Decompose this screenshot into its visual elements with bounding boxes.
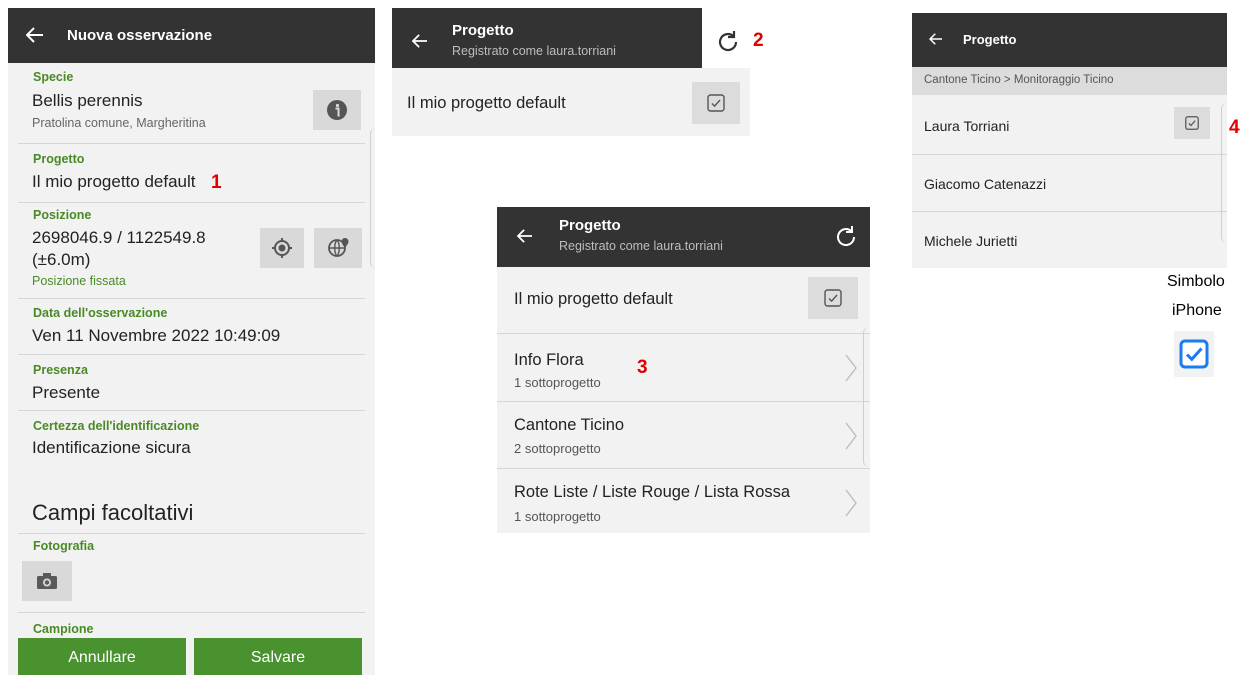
save-button[interactable]: Salvare: [194, 638, 362, 675]
species-name[interactable]: Bellis perennis: [32, 91, 143, 111]
checkbox-icon: [1179, 339, 1209, 369]
observation-title: Nuova osservazione: [67, 27, 213, 44]
person-item[interactable]: Giacomo Catenazzi: [924, 176, 1046, 192]
project-default-item[interactable]: Il mio progetto default: [514, 290, 673, 309]
annotation-marker-4: 4: [1229, 117, 1240, 138]
photo-label: Fotografia: [33, 539, 95, 553]
divider: [18, 410, 365, 411]
project-label: Progetto: [33, 152, 85, 166]
checkbox-icon: [1185, 116, 1199, 130]
project-default-item[interactable]: Il mio progetto default: [407, 94, 566, 113]
observation-appbar: Nuova osservazione: [8, 8, 375, 63]
species-label: Specie: [33, 70, 74, 84]
project-list-item[interactable]: Info Flora 1 sottoprogetto 3: [497, 334, 870, 400]
refresh-icon[interactable]: [716, 30, 740, 54]
certainty-label: Certezza dell'identificazione: [33, 419, 200, 433]
back-arrow-icon[interactable]: [929, 33, 943, 45]
species-info-button[interactable]: [313, 90, 361, 130]
back-arrow-icon[interactable]: [26, 27, 44, 43]
person-item[interactable]: Michele Jurietti: [924, 233, 1017, 249]
project-list-item[interactable]: Rote Liste / Liste Rouge / Lista Rossa 1…: [497, 469, 870, 533]
project-list-appbar: Progetto Registrato come laura.torriani: [497, 207, 870, 267]
map-button[interactable]: [314, 228, 362, 268]
scroll-edge: [863, 327, 870, 467]
person-checkbox[interactable]: [1174, 107, 1210, 139]
project-item-subcount: 1 sottoprogetto: [514, 509, 601, 524]
divider: [18, 533, 365, 534]
divider: [18, 354, 365, 355]
presence-value[interactable]: Presente: [32, 383, 100, 403]
divider: [18, 202, 365, 203]
chevron-right-icon: [845, 354, 857, 382]
project-default-checkbox[interactable]: [692, 82, 740, 124]
date-label: Data dell'osservazione: [33, 306, 168, 320]
observation-screen: Nuova osservazione Specie Bellis perenni…: [8, 8, 375, 675]
divider: [912, 211, 1227, 212]
project-list-title: Progetto: [559, 217, 621, 234]
person-item[interactable]: Laura Torriani: [924, 118, 1009, 134]
breadcrumb: Cantone Ticino > Monitoraggio Ticino: [912, 67, 1227, 95]
position-status: Posizione fissata: [32, 274, 126, 288]
project-item-title: Info Flora: [514, 351, 584, 369]
globe-icon: [328, 238, 349, 257]
locate-button[interactable]: [260, 228, 304, 268]
divider: [18, 612, 365, 613]
project-people-appbar: Progetto: [912, 13, 1227, 67]
annotation-marker-1: 1: [211, 172, 222, 193]
project-small-appbar: Progetto Registrato come laura.torriani: [392, 8, 750, 68]
project-small-screen: Progetto Registrato come laura.torriani …: [392, 8, 750, 136]
position-accuracy: (±6.0m): [32, 250, 91, 269]
checkbox-icon: [707, 94, 725, 112]
project-default-checkbox[interactable]: [808, 277, 858, 319]
iphone-checkbox-sample: [1174, 331, 1214, 377]
divider: [18, 143, 365, 144]
photo-button[interactable]: [22, 561, 72, 601]
position-coords: 2698046.9 / 1122549.8: [32, 228, 206, 247]
refresh-icon[interactable]: [834, 225, 858, 249]
project-people-screen: Progetto Cantone Ticino > Monitoraggio T…: [912, 13, 1227, 268]
project-list-item[interactable]: Cantone Ticino 2 sottoprogetto: [497, 402, 870, 468]
project-item-title: Rote Liste / Liste Rouge / Lista Rossa: [514, 483, 791, 501]
divider: [912, 154, 1227, 155]
project-people-title: Progetto: [963, 32, 1017, 47]
certainty-value[interactable]: Identificazione sicura: [32, 438, 191, 458]
optional-fields-heading: Campi facoltativi: [32, 500, 194, 525]
checkbox-icon: [824, 289, 842, 307]
annotation-marker-2-overlay: 2: [753, 30, 764, 51]
divider: [18, 298, 365, 299]
scroll-edge: [1221, 103, 1227, 243]
date-value[interactable]: Ven 11 Novembre 2022 10:49:09: [32, 326, 280, 346]
position-label: Posizione: [33, 208, 92, 222]
cancel-button[interactable]: Annullare: [18, 638, 186, 675]
back-arrow-icon[interactable]: [517, 229, 533, 243]
project-item-subcount: 1 sottoprogetto: [514, 375, 601, 390]
chevron-right-icon: [845, 489, 857, 517]
info-icon: [327, 100, 347, 120]
target-icon: [272, 238, 292, 258]
iphone-note-line2: iPhone: [1172, 302, 1222, 319]
project-list-screen: Progetto Registrato come laura.torriani …: [497, 207, 870, 533]
project-item-title: Cantone Ticino: [514, 416, 625, 434]
species-common-names: Pratolina comune, Margheritina: [32, 116, 206, 130]
project-list-subtitle: Registrato come laura.torriani: [559, 239, 723, 253]
presence-label: Presenza: [33, 363, 88, 377]
back-arrow-icon[interactable]: [412, 34, 428, 48]
scroll-edge: [370, 128, 375, 268]
project-small-subtitle: Registrato come laura.torriani: [452, 44, 616, 58]
chevron-right-icon: [845, 422, 857, 450]
sample-label: Campione: [33, 622, 94, 636]
breadcrumb-text: Cantone Ticino > Monitoraggio Ticino: [924, 74, 1114, 86]
project-item-subcount: 2 sottoprogetto: [514, 441, 601, 456]
project-small-title: Progetto: [452, 22, 514, 39]
iphone-note-line1: Simbolo: [1167, 273, 1225, 290]
annotation-marker-3: 3: [637, 357, 648, 378]
camera-icon: [37, 573, 57, 589]
project-value[interactable]: Il mio progetto default: [32, 172, 195, 192]
